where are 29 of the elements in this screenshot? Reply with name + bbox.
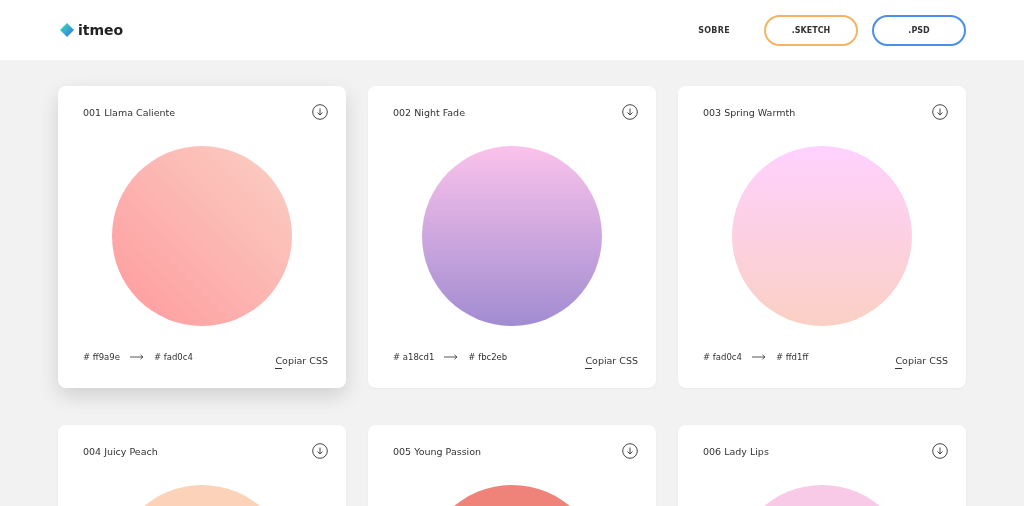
download-icon[interactable] xyxy=(312,104,328,120)
arrow-icon xyxy=(751,353,766,360)
color-code: # a18cd1 xyxy=(393,351,435,362)
gradient-title: 003 Spring Warmth xyxy=(703,106,796,118)
copy-css-link[interactable]: Copiar CSS xyxy=(895,355,948,366)
download-button[interactable]: .PSD xyxy=(872,14,966,46)
copy-css-link[interactable]: Copiar CSS xyxy=(275,355,328,366)
color-code: # ffd1ff xyxy=(775,351,809,362)
logo-text[interactable]: itmeo xyxy=(78,22,124,38)
gradient-title: 001 Llama Caliente xyxy=(83,106,176,118)
download-icon[interactable] xyxy=(622,443,638,459)
download-icon[interactable] xyxy=(312,443,328,459)
gradient-title: 004 Juicy Peach xyxy=(83,445,158,457)
arrow-icon xyxy=(444,353,459,360)
color-code: # fad0c4 xyxy=(153,351,193,362)
copy-css-link[interactable]: Copiar CSS xyxy=(585,355,638,366)
download-button[interactable]: .SKETCH xyxy=(764,14,858,46)
arrow-icon xyxy=(129,353,144,360)
color-code: # fbc2eb xyxy=(468,351,508,362)
gradient-title: 002 Night Fade xyxy=(393,106,465,118)
gradient-title: 006 Lady Lips xyxy=(703,445,769,457)
color-code: # ff9a9e xyxy=(83,351,120,362)
download-icon[interactable] xyxy=(932,443,948,459)
gradient-title: 005 Young Passion xyxy=(393,445,482,457)
color-code: # fad0c4 xyxy=(703,351,742,362)
nav-link[interactable]: SOBRE xyxy=(698,25,730,35)
download-icon[interactable] xyxy=(932,104,948,120)
download-icon[interactable] xyxy=(622,104,638,120)
diamond-logo-icon xyxy=(60,23,74,37)
